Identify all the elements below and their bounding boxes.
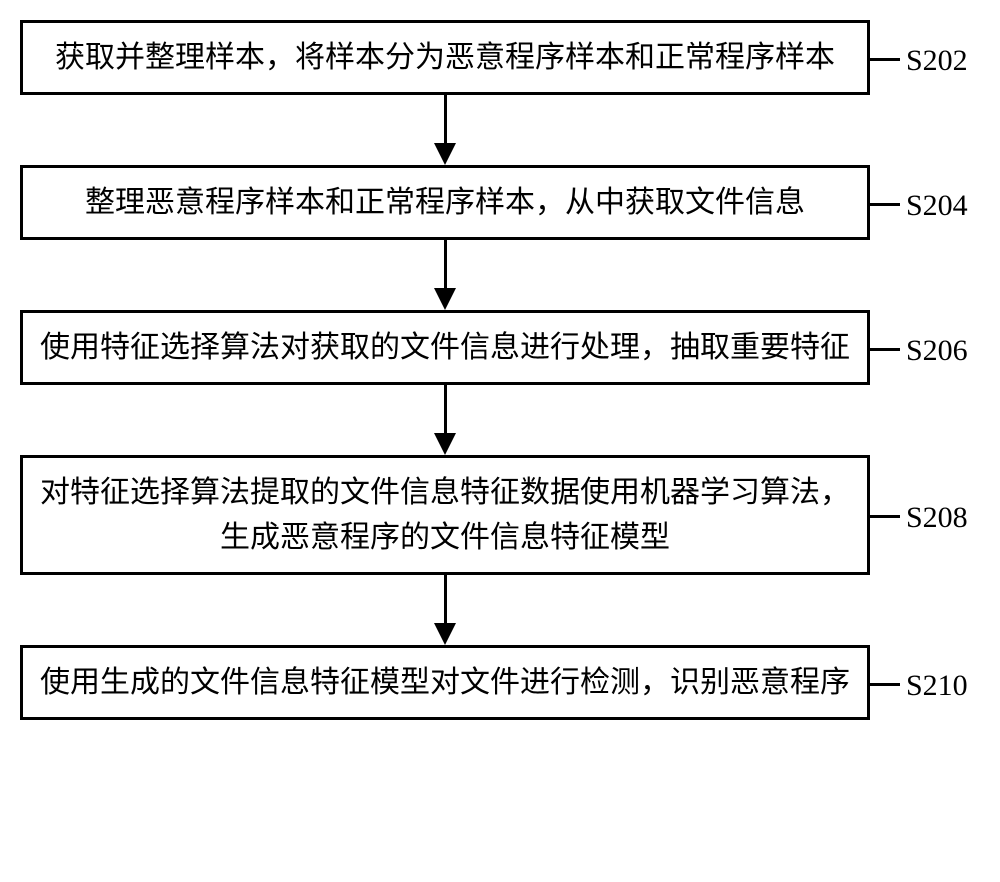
arrow-row [20, 385, 980, 455]
tick-line [870, 348, 900, 351]
flow-label-col: S202 [870, 38, 980, 78]
flow-step-text: 使用特征选择算法对获取的文件信息进行处理，抽取重要特征 [40, 331, 850, 364]
flow-row: 使用特征选择算法对获取的文件信息进行处理，抽取重要特征 S206 [20, 310, 980, 385]
flow-step-label: S208 [906, 501, 968, 535]
flow-label-col: S206 [870, 328, 980, 368]
arrow-head-icon [434, 433, 456, 455]
flow-step-text: 整理恶意程序样本和正常程序样本，从中获取文件信息 [85, 186, 805, 219]
flow-step-box: 整理恶意程序样本和正常程序样本，从中获取文件信息 [20, 165, 870, 240]
flow-step-text: 获取并整理样本，将样本分为恶意程序样本和正常程序样本 [55, 41, 835, 74]
flow-row: 使用生成的文件信息特征模型对文件进行检测，识别恶意程序 S210 [20, 645, 980, 720]
arrow-row [20, 240, 980, 310]
flow-step-box: 使用特征选择算法对获取的文件信息进行处理，抽取重要特征 [20, 310, 870, 385]
arrow [20, 385, 870, 455]
flow-step-label: S202 [906, 44, 968, 78]
arrow-row [20, 575, 980, 645]
arrow-line [444, 575, 447, 630]
tick-line [870, 683, 900, 686]
flow-step-text: 使用生成的文件信息特征模型对文件进行检测，识别恶意程序 [40, 666, 850, 699]
flow-label-col: S208 [870, 495, 980, 535]
arrow [20, 240, 870, 310]
flow-row: 整理恶意程序样本和正常程序样本，从中获取文件信息 S204 [20, 165, 980, 240]
flow-step-box: 对特征选择算法提取的文件信息特征数据使用机器学习算法，生成恶意程序的文件信息特征… [20, 455, 870, 575]
flow-label-col: S204 [870, 183, 980, 223]
arrow-line [444, 240, 447, 295]
arrow-head-icon [434, 623, 456, 645]
arrow-head-icon [434, 288, 456, 310]
flow-step-label: S206 [906, 334, 968, 368]
arrow-line [444, 95, 447, 150]
flow-step-label: S210 [906, 669, 968, 703]
arrow-head-icon [434, 143, 456, 165]
flowchart-container: 获取并整理样本，将样本分为恶意程序样本和正常程序样本 S202 整理恶意程序样本… [20, 20, 980, 720]
arrow-row [20, 95, 980, 165]
tick-line [870, 203, 900, 206]
flow-row: 获取并整理样本，将样本分为恶意程序样本和正常程序样本 S202 [20, 20, 980, 95]
tick-line [870, 58, 900, 61]
flow-step-box: 获取并整理样本，将样本分为恶意程序样本和正常程序样本 [20, 20, 870, 95]
arrow [20, 575, 870, 645]
tick-line [870, 515, 900, 518]
arrow-line [444, 385, 447, 440]
flow-step-box: 使用生成的文件信息特征模型对文件进行检测，识别恶意程序 [20, 645, 870, 720]
flow-step-text: 对特征选择算法提取的文件信息特征数据使用机器学习算法，生成恶意程序的文件信息特征… [40, 476, 850, 554]
flow-row: 对特征选择算法提取的文件信息特征数据使用机器学习算法，生成恶意程序的文件信息特征… [20, 455, 980, 575]
arrow [20, 95, 870, 165]
flow-step-label: S204 [906, 189, 968, 223]
flow-label-col: S210 [870, 663, 980, 703]
